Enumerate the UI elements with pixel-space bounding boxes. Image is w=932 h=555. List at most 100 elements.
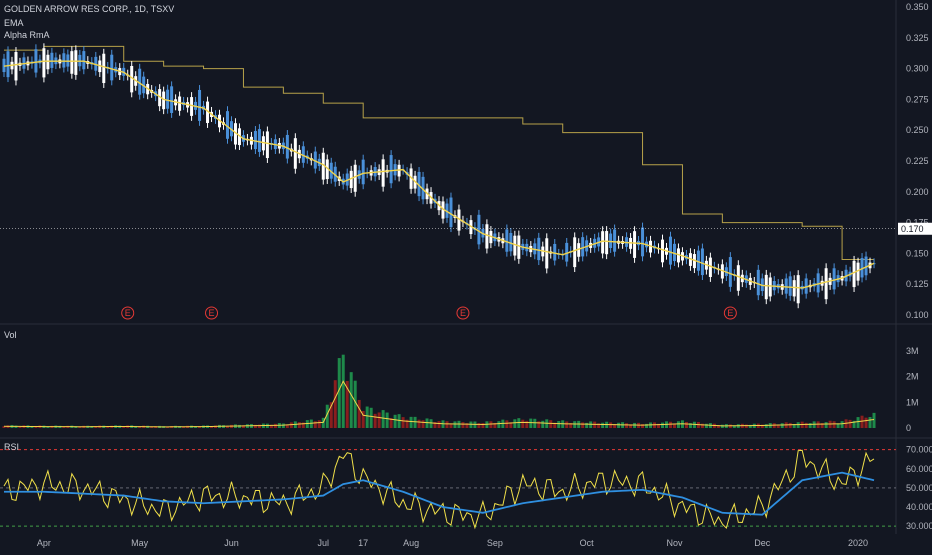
last-price-label: 0.170 [901, 224, 924, 234]
candle-body [700, 248, 704, 276]
volume-tick-label: 0 [906, 423, 911, 433]
volume-bar [744, 424, 748, 428]
candle-body [198, 89, 202, 121]
volume-bar [413, 416, 417, 428]
volume-bar [581, 422, 585, 428]
candle-body [764, 274, 768, 300]
candle-body [74, 50, 78, 75]
candle-body [832, 268, 836, 290]
candle-body [265, 131, 269, 159]
volume-tick-label: 3M [906, 346, 919, 356]
x-tick-label: Apr [37, 538, 51, 548]
volume-bar [549, 420, 553, 428]
volume-bar [349, 372, 353, 428]
volume-bar [533, 418, 537, 428]
candle-body [796, 275, 800, 304]
candle-body [792, 280, 796, 297]
volume-bar [437, 421, 441, 428]
candle-body [736, 265, 740, 291]
ema-legend-label: EMA [4, 18, 24, 28]
candle-body [545, 238, 549, 269]
volume-bar [684, 421, 688, 428]
candle-body [768, 277, 772, 297]
volume-bar [872, 412, 876, 428]
volume-bar [521, 419, 525, 428]
candle-body [477, 214, 481, 245]
volume-bar [609, 422, 613, 428]
volume-bar [369, 407, 373, 428]
candle-body [34, 49, 38, 73]
rsi-tick-label: 40.000 [906, 502, 932, 512]
volume-bar [297, 422, 301, 428]
volume-bar [317, 420, 321, 428]
candle-body [389, 155, 393, 184]
rsi-line [3, 449, 875, 530]
volume-bar [373, 413, 377, 428]
volume-bar [780, 423, 784, 428]
candle-body [601, 231, 605, 254]
volume-bar [385, 412, 389, 428]
volume-bar [409, 416, 413, 428]
volume-bar [425, 418, 429, 428]
volume-bar [788, 422, 792, 428]
volume-bar [313, 421, 317, 428]
volume-bar [617, 422, 621, 428]
price-tick-label: 0.225 [906, 156, 929, 166]
volume-bar [601, 422, 605, 428]
volume-bar [401, 417, 405, 428]
candle-body [609, 233, 613, 248]
candle-body [82, 51, 86, 70]
candle-body [517, 235, 521, 259]
volume-bar [661, 422, 664, 428]
candle-body [728, 257, 732, 287]
volume-bar [832, 421, 836, 428]
ema-line [3, 60, 875, 289]
candle-body [788, 276, 792, 296]
volume-bar [429, 419, 433, 428]
candle-body [537, 237, 541, 261]
volume-bars-group [2, 354, 876, 428]
volume-bar [481, 423, 485, 428]
volume-bar [541, 420, 545, 428]
candle-body [14, 52, 18, 81]
candle-body [381, 159, 385, 187]
candle-body [513, 235, 517, 256]
x-tick-label: 2020 [848, 538, 868, 548]
volume-bar [337, 358, 341, 428]
earnings-marker-label: E [460, 308, 466, 318]
rsi-tick-label: 30.000 [906, 521, 932, 531]
candle-body [62, 53, 66, 68]
volume-bar [281, 423, 285, 428]
volume-bar [365, 406, 369, 428]
candle-body [353, 164, 357, 192]
volume-bar [397, 414, 401, 428]
candle-body [46, 54, 50, 70]
chart-area[interactable]: 0.100 0.125 0.150 0.175 0.200 0.225 0.250 0.275… [0, 0, 932, 550]
price-tick-label: 0.150 [906, 248, 929, 258]
candle-body [162, 91, 166, 110]
candle-body [641, 227, 645, 257]
candle-body [6, 51, 10, 78]
candle-body [633, 231, 637, 258]
rsi-pane-label: RSI [4, 442, 20, 452]
x-tick-label: Oct [580, 538, 595, 548]
candle-body [42, 48, 46, 78]
candle-body [110, 54, 114, 81]
candle-body [816, 273, 820, 293]
candle-body [573, 237, 577, 268]
x-tick-label: Sep [487, 538, 503, 548]
volume-bar [333, 380, 337, 428]
candle-body [485, 224, 489, 249]
candle-body [190, 97, 194, 116]
volume-bar [573, 421, 577, 428]
volume-bar [445, 421, 449, 428]
candle-body [756, 269, 760, 296]
volume-bar [341, 354, 345, 428]
volume-bar [357, 399, 361, 428]
candle-body [605, 231, 609, 255]
candles-group [2, 43, 876, 309]
price-tick-label: 0.250 [906, 125, 929, 135]
volume-bar [497, 421, 501, 428]
chart-svg: 0.1000.1250.1500.1750.2000.2250.2500.275… [0, 0, 932, 548]
candle-body [170, 86, 174, 113]
